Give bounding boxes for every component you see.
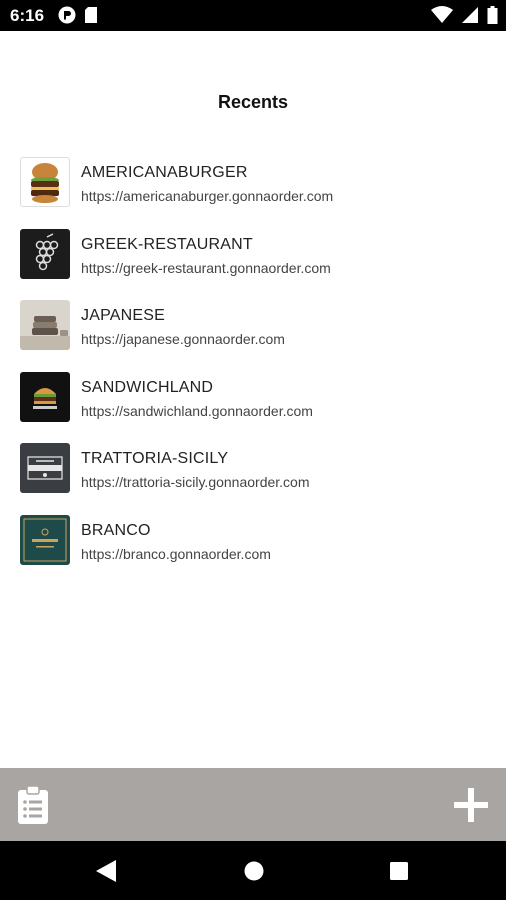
recent-item-url: https://americanaburger.gonnaorder.com [81,188,334,204]
home-icon[interactable] [244,861,264,881]
app-notification-icon [58,6,76,24]
page-title: Recents [217,92,289,112]
sd-card-icon [85,7,97,23]
recent-item-url: https://japanese.gonnaorder.com [81,331,285,347]
burger-thumbnail [20,157,70,207]
status-right-icons [431,6,498,24]
recent-item-url: https://branco.gonnaorder.com [81,545,271,562]
recent-item-url: https://sandwichland.gonnaorder.com [81,402,313,419]
recent-item[interactable]: AMERICANABURGER https://americanaburger.… [0,157,506,229]
add-button[interactable] [454,788,488,822]
recent-item[interactable]: GREEK-RESTAURANT https://greek-restauran… [0,228,506,301]
plus-icon [454,788,488,822]
recent-item-name: BRANCO [81,521,151,539]
recent-item-url: https://greek-restaurant.gonnaorder.com [81,259,331,276]
recent-item[interactable]: SANDWICHLAND https://sandwichland.gonnao… [0,371,506,444]
recent-item[interactable]: JAPANESE https://japanese.gonnaorder.com [0,300,506,372]
clipboard-list-icon [18,785,48,824]
sandwich-thumbnail [20,371,70,422]
bowls-thumbnail [20,300,70,350]
navigation-bar [0,841,506,900]
recent-item-name: AMERICANABURGER [81,164,248,181]
recents-list: AMERICANABURGER https://americanaburger.… [0,157,506,586]
signal-icon [462,7,478,23]
wifi-icon [431,6,453,23]
battery-icon [487,6,498,24]
recent-item-name: JAPANESE [81,307,165,324]
bottom-toolbar [0,768,506,841]
status-left-icons [58,6,98,24]
status-time: 6:16 [10,6,45,25]
recents-icon[interactable] [390,862,408,880]
recent-item-name: GREEK-RESTAURANT [81,235,253,253]
recent-item-name: SANDWICHLAND [81,378,214,396]
recent-item-name: TRATTORIA-SICILY [81,450,229,467]
trattoria-logo-thumbnail [20,443,70,493]
clipboard-button[interactable] [16,785,50,825]
branco-logo-thumbnail [20,514,70,565]
recent-item-url: https://trattoria-sicily.gonnaorder.com [81,474,310,490]
grapes-thumbnail [20,228,70,279]
recent-item[interactable]: BRANCO https://branco.gonnaorder.com [0,514,506,587]
back-icon[interactable] [96,860,116,882]
status-bar: 6:16 [0,0,506,31]
recent-item[interactable]: TRATTORIA-SICILY https://trattoria-sicil… [0,443,506,515]
